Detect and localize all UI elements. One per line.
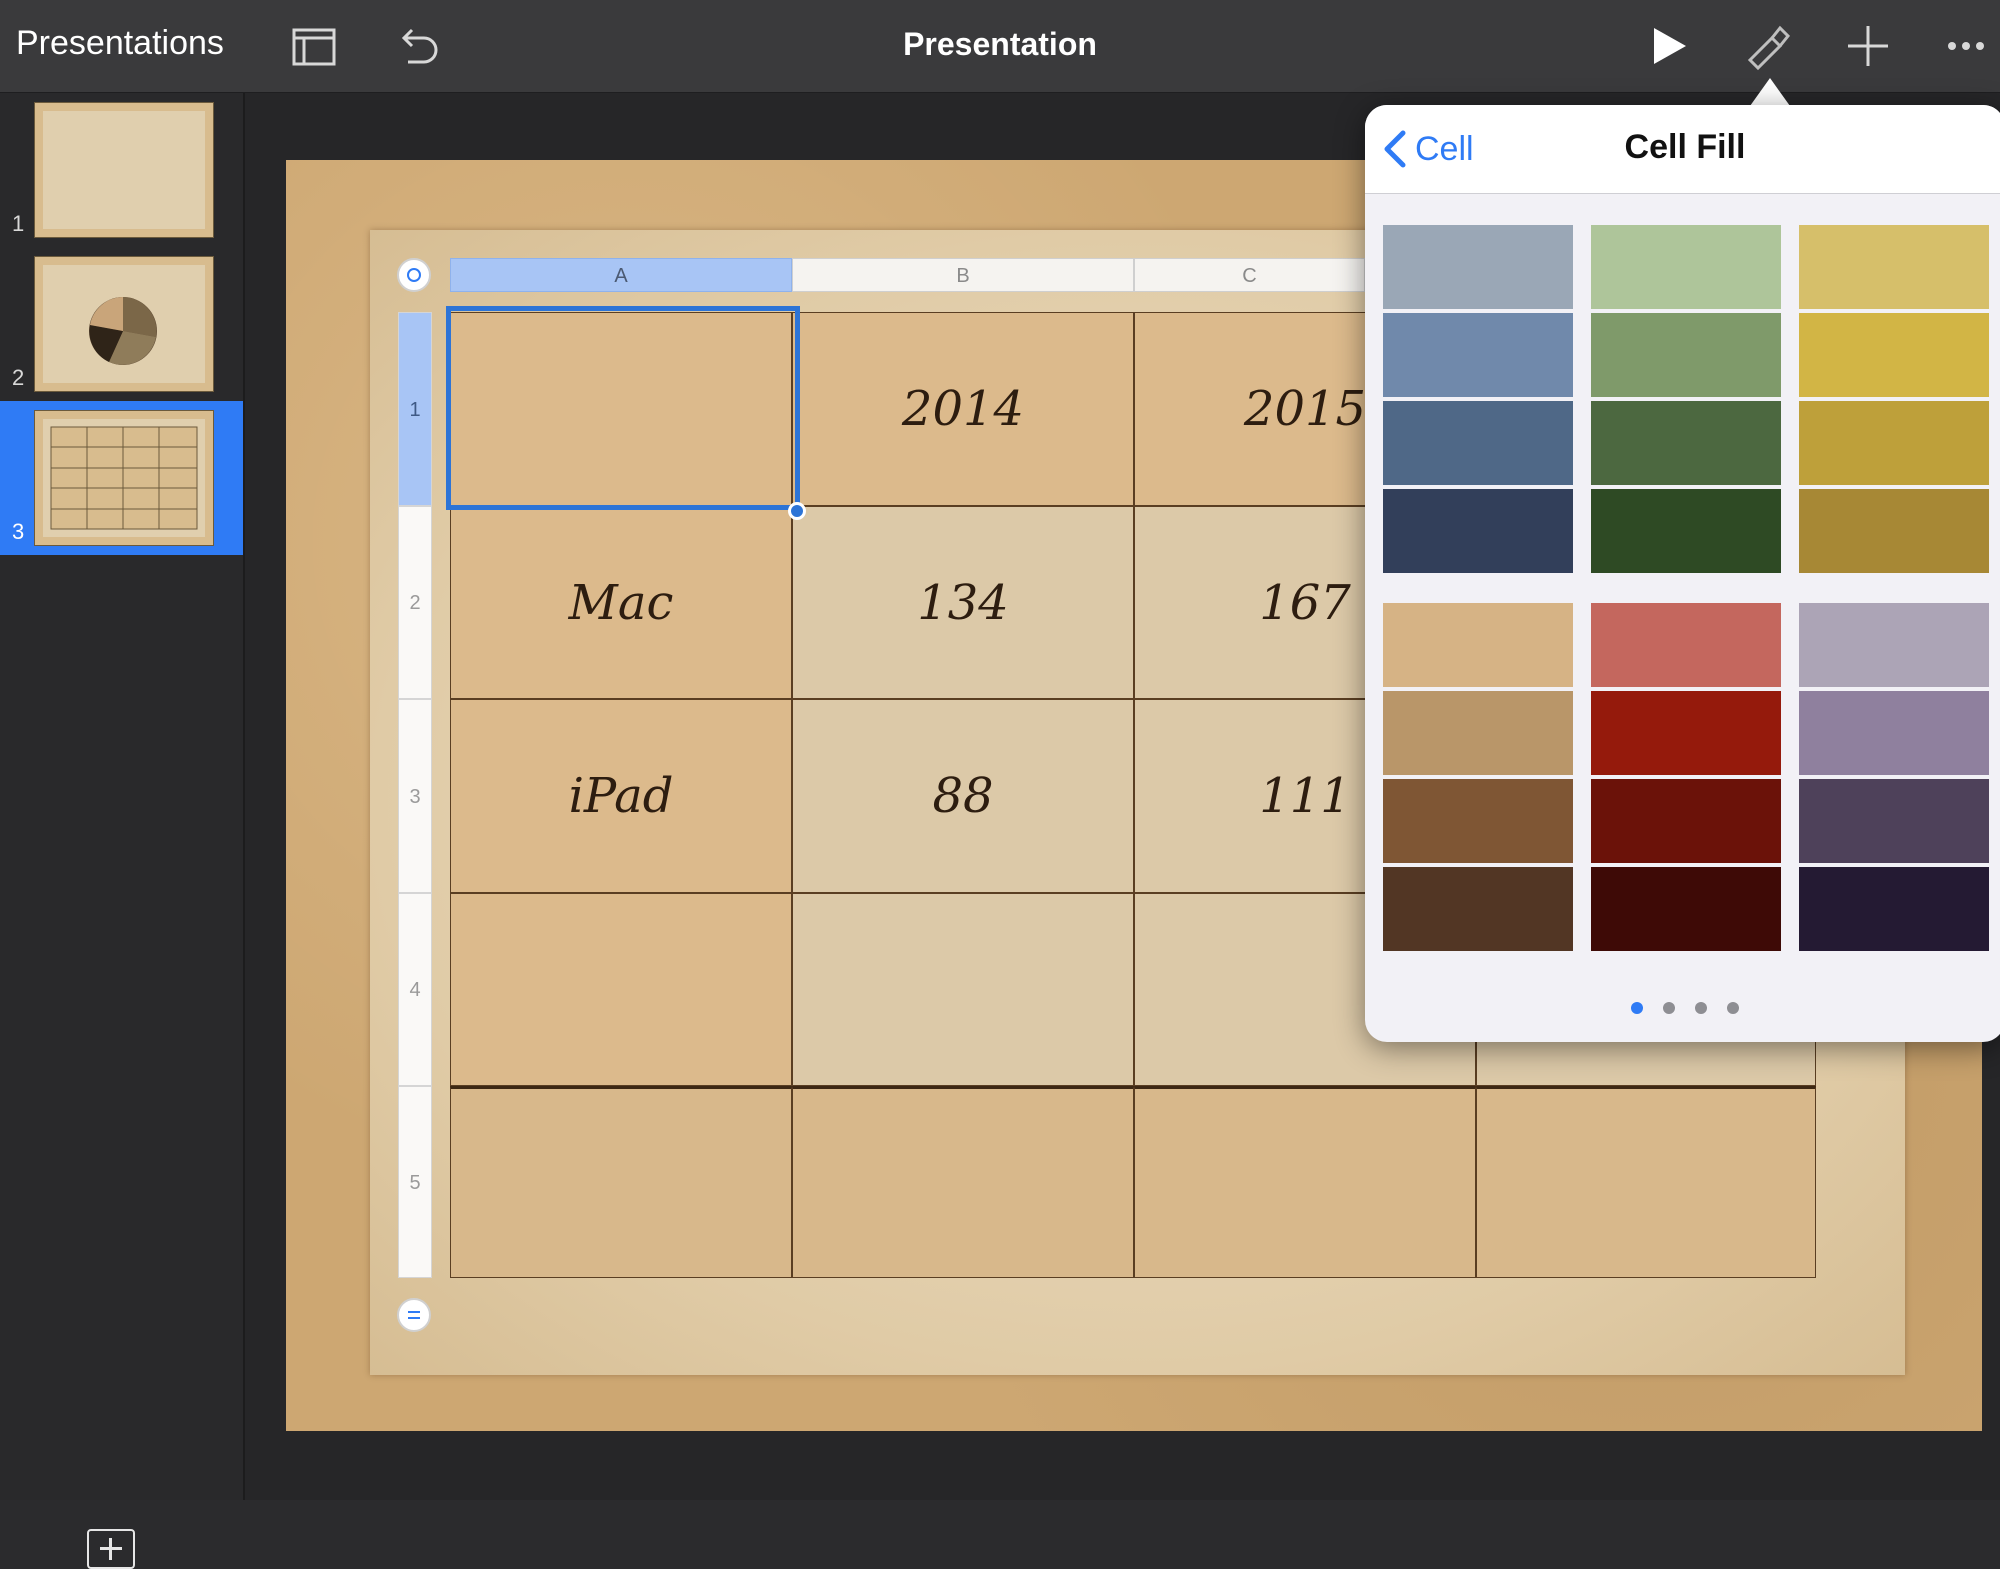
color-swatch[interactable] (1383, 489, 1573, 573)
row-header-2[interactable]: 2 (398, 506, 432, 699)
table-cell-c5[interactable] (1134, 1086, 1476, 1278)
table-preview (50, 426, 198, 530)
color-swatch[interactable] (1591, 225, 1781, 309)
presentations-back-button[interactable]: Presentations (16, 24, 224, 63)
color-swatch[interactable] (1799, 691, 1989, 775)
table-cell-b1[interactable]: 2014 (792, 312, 1134, 506)
table-cell-b5[interactable] (792, 1086, 1134, 1278)
color-swatch[interactable] (1591, 867, 1781, 951)
color-swatch-group (1799, 225, 1989, 573)
page-dot-4[interactable] (1727, 1002, 1739, 1014)
color-swatch-group (1591, 225, 1781, 573)
slide-preview (34, 410, 214, 546)
column-header-b[interactable]: B (792, 258, 1134, 292)
slide-thumbnail-3[interactable]: 3 (0, 401, 243, 555)
column-header-c[interactable]: C (1134, 258, 1365, 292)
color-swatch[interactable] (1591, 313, 1781, 397)
slide-preview (34, 256, 214, 392)
color-swatch-group (1799, 603, 1989, 951)
color-swatch[interactable] (1383, 867, 1573, 951)
color-swatch[interactable] (1383, 603, 1573, 687)
color-swatch[interactable] (1799, 313, 1989, 397)
popover-arrow (1750, 78, 1790, 106)
table-cell-b3[interactable]: 88 (792, 699, 1134, 893)
color-swatch[interactable] (1383, 313, 1573, 397)
popover-header: Cell Cell Fill (1365, 105, 2000, 194)
cell-fill-popover: Cell Cell Fill (1365, 105, 2000, 1042)
slide-navigator: 1 2 3 (0, 93, 245, 1569)
cell-back-label: Cell (1415, 129, 1474, 168)
page-dot-2[interactable] (1663, 1002, 1675, 1014)
chevron-left-icon (1384, 130, 1406, 168)
color-swatch[interactable] (1799, 603, 1989, 687)
slide-number: 3 (12, 519, 25, 544)
page-dot-1[interactable] (1631, 1002, 1643, 1014)
color-swatch[interactable] (1799, 867, 1989, 951)
color-swatch[interactable] (1799, 489, 1989, 573)
column-header-a[interactable]: A (450, 258, 792, 292)
selection-resize-handle[interactable] (788, 502, 806, 520)
color-swatch[interactable] (1799, 225, 1989, 309)
color-swatch[interactable] (1383, 691, 1573, 775)
table-cell-a3[interactable]: iPad (450, 699, 792, 893)
slide-number: 1 (12, 211, 25, 236)
slide-thumbnail-1[interactable]: 1 (0, 93, 243, 247)
row-header-5[interactable]: 5 (398, 1086, 432, 1278)
table-cell-a4[interactable] (450, 893, 792, 1086)
row-header-3[interactable]: 3 (398, 699, 432, 893)
color-swatch-group (1383, 225, 1573, 573)
add-icon[interactable] (1842, 20, 1894, 72)
color-swatch[interactable] (1383, 779, 1573, 863)
table-cell-a5[interactable] (450, 1086, 792, 1278)
color-swatch[interactable] (1591, 489, 1781, 573)
more-icon[interactable] (1940, 20, 1992, 72)
format-brush-icon[interactable] (1742, 20, 1794, 72)
color-swatch[interactable] (1591, 603, 1781, 687)
color-swatch-group (1383, 603, 1573, 951)
slide-preview (34, 102, 214, 238)
table-cell-b4[interactable] (792, 893, 1134, 1086)
color-swatch[interactable] (1799, 401, 1989, 485)
color-swatch[interactable] (1799, 779, 1989, 863)
color-swatch[interactable] (1591, 691, 1781, 775)
table-cell-b2[interactable]: 134 (792, 506, 1134, 699)
toolbar: Presentations Presentation (0, 0, 2000, 93)
cell-back-button[interactable]: Cell (1381, 127, 1474, 171)
page-dot-3[interactable] (1695, 1002, 1707, 1014)
color-swatch[interactable] (1591, 401, 1781, 485)
play-icon[interactable] (1642, 20, 1694, 72)
table-cell-a2[interactable]: Mac (450, 506, 792, 699)
undo-icon[interactable] (392, 20, 444, 72)
add-rows-handle[interactable] (397, 1298, 431, 1332)
row-header-4[interactable]: 4 (398, 893, 432, 1086)
table-cell-d5[interactable] (1476, 1086, 1816, 1278)
slide-number: 2 (12, 365, 25, 390)
color-swatch-group (1591, 603, 1781, 951)
color-swatch[interactable] (1383, 225, 1573, 309)
row-header-1[interactable]: 1 (398, 312, 432, 506)
color-swatch[interactable] (1383, 401, 1573, 485)
layout-icon[interactable] (288, 20, 340, 72)
table-select-handle[interactable] (397, 258, 431, 292)
color-swatch[interactable] (1591, 779, 1781, 863)
add-slide-button[interactable] (87, 1529, 135, 1569)
page-indicator[interactable] (1365, 1001, 2000, 1019)
pie-chart-preview (89, 297, 157, 365)
table-cell-a1[interactable] (450, 312, 792, 506)
slide-thumbnail-2[interactable]: 2 (0, 247, 243, 401)
